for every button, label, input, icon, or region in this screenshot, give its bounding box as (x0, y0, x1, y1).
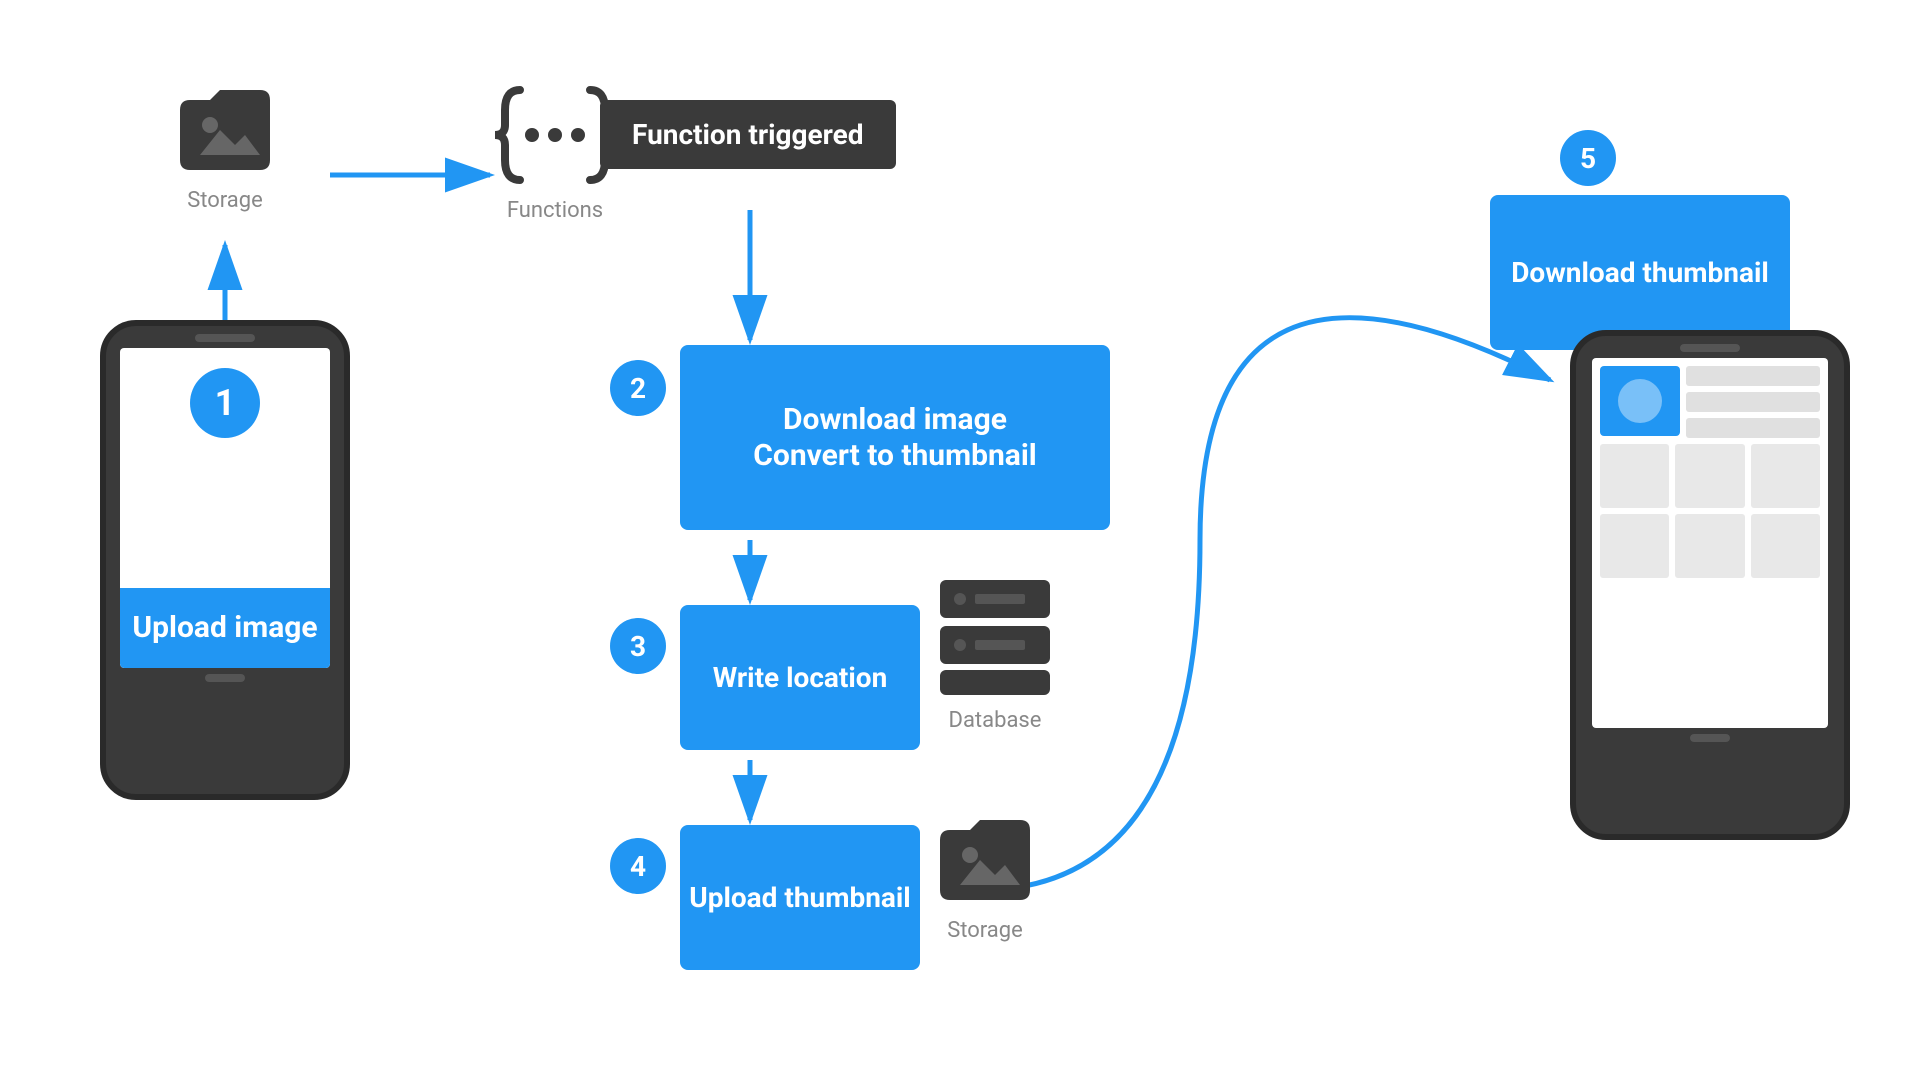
step-1-circle: 1 (190, 368, 260, 438)
storage-icon-top: Storage (170, 80, 280, 213)
diagram-container: Storage Functions Function triggered 1 (0, 0, 1920, 1080)
storage-icon-bottom: Storage (930, 810, 1040, 943)
step-3-circle: 3 (610, 618, 666, 674)
database-icon: Database (930, 570, 1060, 733)
step-2-box: Download image Convert to thumbnail (680, 345, 1110, 530)
step-4-circle: 4 (610, 838, 666, 894)
function-triggered-box: Function triggered (600, 100, 896, 169)
phone-left: 1 Upload image (100, 320, 350, 800)
phone-right (1570, 330, 1850, 840)
step-5-circle: 5 (1560, 130, 1616, 186)
step-3-box: Write location (680, 605, 920, 750)
step-5-box: Download thumbnail (1490, 195, 1790, 350)
step-2-circle: 2 (610, 360, 666, 416)
step-1-label: Upload image (132, 610, 317, 645)
step-4-box: Upload thumbnail (680, 825, 920, 970)
